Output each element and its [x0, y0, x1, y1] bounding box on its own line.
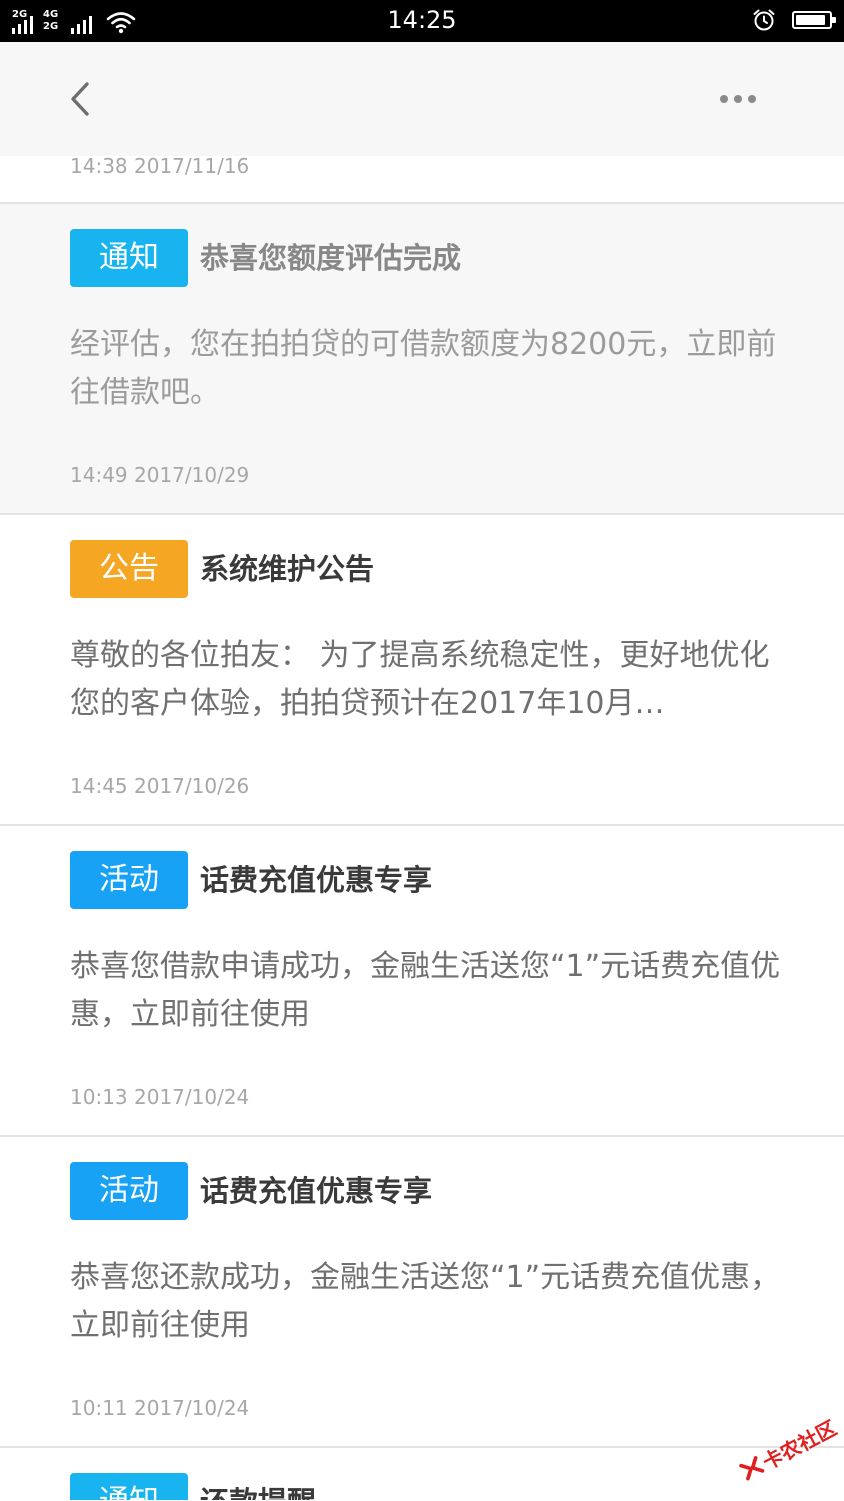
battery-level-fill	[796, 15, 825, 25]
alarm-clock-icon	[753, 9, 775, 31]
message-badge: 通知	[70, 229, 188, 287]
back-button[interactable]	[60, 74, 100, 124]
battery-icon	[792, 11, 836, 29]
message-badge: 通知	[70, 1473, 188, 1500]
message-item[interactable]: 通知 还款提醒	[0, 1448, 844, 1500]
message-badge: 活动	[70, 1162, 188, 1220]
message-timestamp: 14:49 2017/10/29	[70, 463, 250, 487]
message-title: 话费充值优惠专享	[200, 863, 433, 897]
navigation-bar	[0, 42, 844, 156]
status-bar: 2G 4G 2G 14:25	[0, 0, 844, 42]
message-title: 系统维护公告	[200, 552, 375, 586]
more-options-button[interactable]	[712, 82, 764, 116]
message-body: 恭喜您还款成功，金融生活送您“1”元话费充值优惠，立即前往使用	[70, 1260, 781, 1343]
message-item[interactable]: 通知 恭喜您额度评估完成 经评估，您在拍拍贷的可借款额度为8200元，立即前往借…	[0, 204, 844, 513]
message-body: 尊敬的各位拍友： 为了提高系统稳定性，更好地优化您的客户体验，拍拍贷预计在201…	[70, 638, 770, 721]
message-badge: 活动	[70, 851, 188, 909]
message-timestamp: 10:13 2017/10/24	[70, 1085, 250, 1109]
previous-message-timestamp: 14:38 2017/11/16	[70, 154, 250, 178]
more-horizontal-icon	[720, 95, 728, 103]
message-badge: 公告	[70, 540, 188, 598]
message-body: 经评估，您在拍拍贷的可借款额度为8200元，立即前往借款吧。	[70, 327, 777, 410]
message-title: 还款提醒	[200, 1482, 316, 1500]
message-item[interactable]: 公告 系统维护公告 尊敬的各位拍友： 为了提高系统稳定性，更好地优化您的客户体验…	[0, 515, 844, 824]
status-bar-right	[752, 8, 836, 32]
message-item[interactable]: 活动 话费充值优惠专享 恭喜您借款申请成功，金融生活送您“1”元话费充值优惠，立…	[0, 826, 844, 1135]
message-title: 话费充值优惠专享	[200, 1174, 433, 1208]
chevron-left-icon	[71, 82, 89, 116]
message-item[interactable]: 活动 话费充值优惠专享 恭喜您还款成功，金融生活送您“1”元话费充值优惠，立即前…	[0, 1137, 844, 1446]
message-body: 恭喜您借款申请成功，金融生活送您“1”元话费充值优惠，立即前往使用	[70, 949, 781, 1032]
message-timestamp: 14:45 2017/10/26	[70, 774, 250, 798]
message-timestamp: 10:11 2017/10/24	[70, 1396, 250, 1420]
status-bar-time: 14:25	[387, 6, 457, 34]
message-title: 恭喜您额度评估完成	[200, 241, 462, 275]
